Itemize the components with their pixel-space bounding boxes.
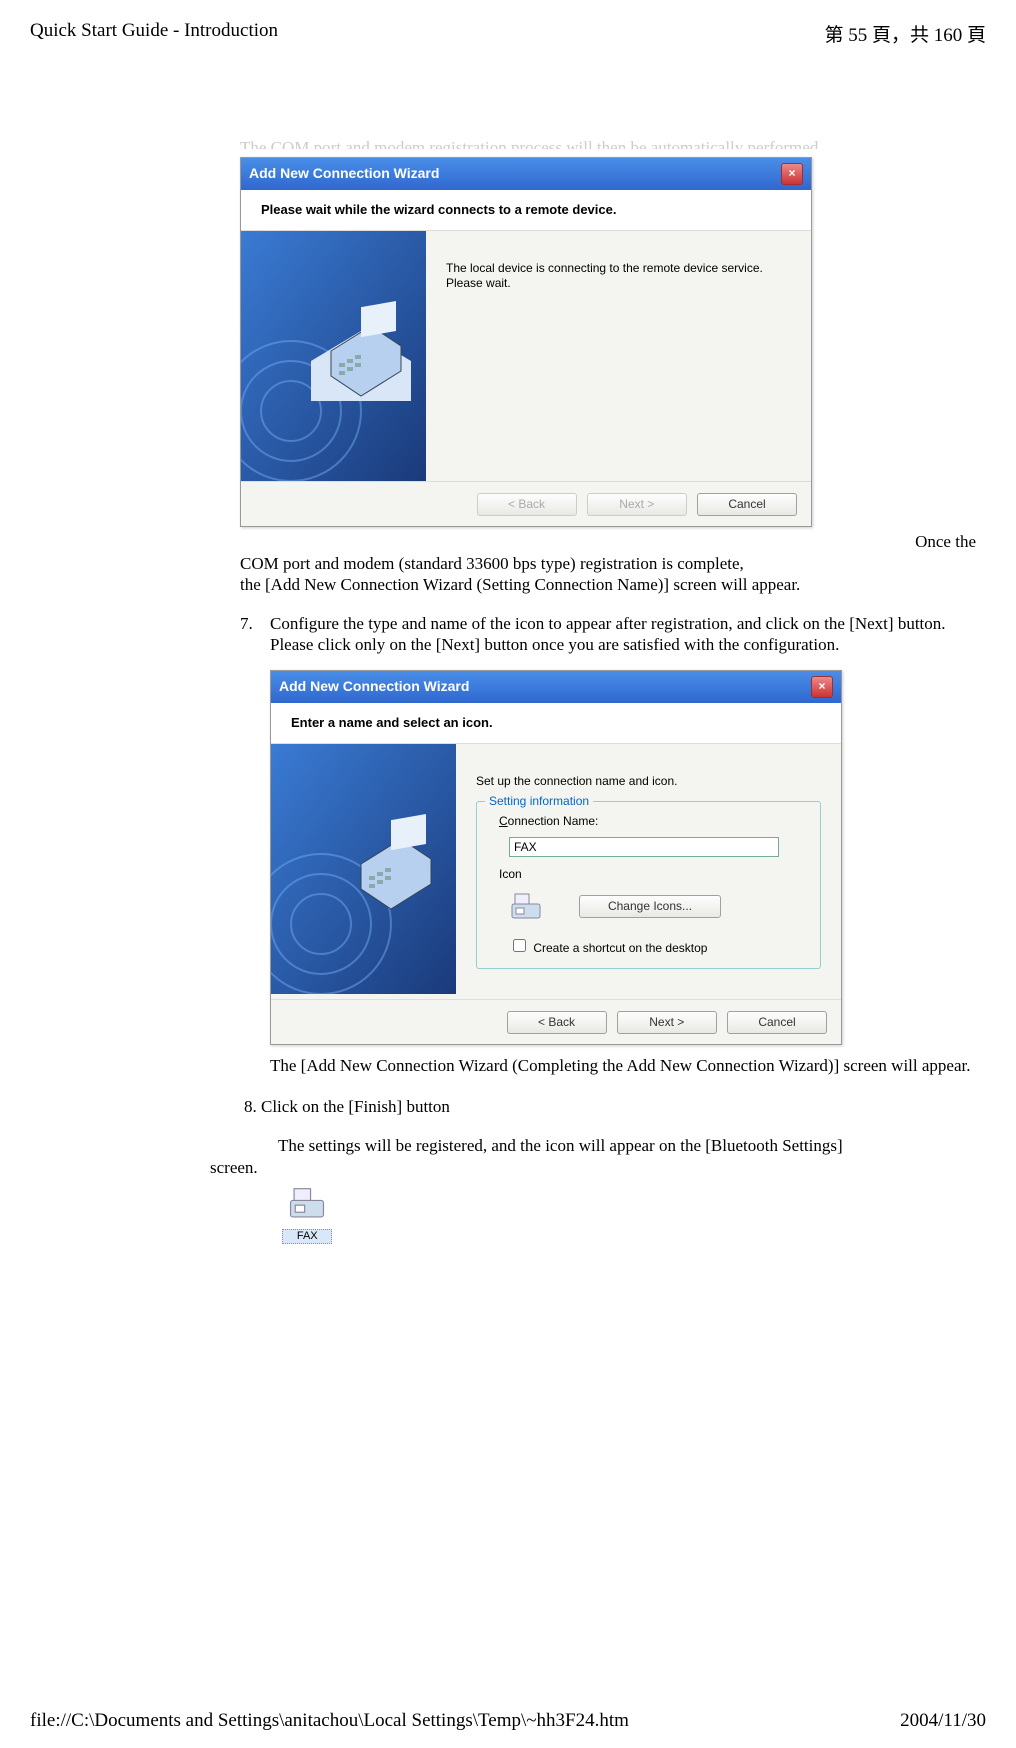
dialog-message: Please wait.: [446, 276, 791, 291]
desktop-shortcut-checkbox[interactable]: [513, 939, 526, 952]
back-button[interactable]: < Back: [507, 1011, 607, 1034]
dialog-subheader: Enter a name and select an icon.: [271, 703, 841, 744]
wizard-dialog-name-icon: Add New Connection Wizard × Enter a name…: [270, 670, 842, 1045]
body-text: screen.: [210, 1157, 976, 1178]
fax-icon: [509, 890, 543, 924]
page-title: Quick Start Guide - Introduction: [30, 20, 278, 47]
fax-result-icon[interactable]: FAX: [282, 1184, 332, 1245]
footer-path: file://C:\Documents and Settings\anitach…: [30, 1710, 629, 1732]
change-icons-button[interactable]: Change Icons...: [579, 895, 721, 918]
cancel-button[interactable]: Cancel: [727, 1011, 827, 1034]
checkbox-label: Create a shortcut on the desktop: [533, 941, 707, 955]
dialog-subheader: Please wait while the wizard connects to…: [241, 190, 811, 231]
step-8: 8. Click on the [Finish] button: [210, 1096, 976, 1117]
step-text: Click on the [Finish] button: [261, 1097, 450, 1116]
icon-label: FAX: [282, 1229, 332, 1245]
dialog-instruction: Set up the connection name and icon.: [476, 774, 821, 789]
connection-name-label: CConnection Name:onnection Name:: [499, 814, 808, 829]
close-icon[interactable]: ×: [781, 163, 803, 185]
dialog-title: Add New Connection Wizard: [249, 165, 439, 183]
wizard-dialog-connecting: Add New Connection Wizard × Please wait …: [240, 157, 812, 527]
step-number: 7.: [240, 613, 270, 1076]
body-text: Once the: [240, 531, 976, 552]
cancel-button[interactable]: Cancel: [697, 493, 797, 516]
body-text: the [Add New Connection Wizard (Setting …: [240, 574, 976, 595]
step-text: Please click only on the [Next] button o…: [270, 634, 976, 655]
fieldset-legend: Setting information: [485, 794, 593, 809]
fax-device-illustration: [271, 744, 456, 994]
icon-label: Icon: [499, 867, 808, 882]
page-number: 第 55 頁，共 160 頁: [824, 20, 986, 47]
step-7: 7. Configure the type and name of the ic…: [240, 613, 976, 1076]
body-text: COM port and modem (standard 33600 bps t…: [240, 553, 976, 574]
body-text: The [Add New Connection Wizard (Completi…: [270, 1055, 976, 1076]
fax-device-illustration: [241, 231, 426, 481]
next-button[interactable]: Next >: [617, 1011, 717, 1034]
truncated-prev-text: The COM port and modem registration proc…: [240, 137, 976, 149]
body-text: The settings will be registered, and the…: [278, 1136, 843, 1155]
connection-name-input[interactable]: [509, 837, 779, 857]
dialog-message: The local device is connecting to the re…: [446, 261, 791, 276]
back-button: < Back: [477, 493, 577, 516]
step-text: Configure the type and name of the icon …: [270, 613, 976, 634]
dialog-title: Add New Connection Wizard: [279, 678, 469, 696]
footer-date: 2004/11/30: [900, 1710, 986, 1732]
next-button: Next >: [587, 493, 687, 516]
close-icon[interactable]: ×: [811, 676, 833, 698]
